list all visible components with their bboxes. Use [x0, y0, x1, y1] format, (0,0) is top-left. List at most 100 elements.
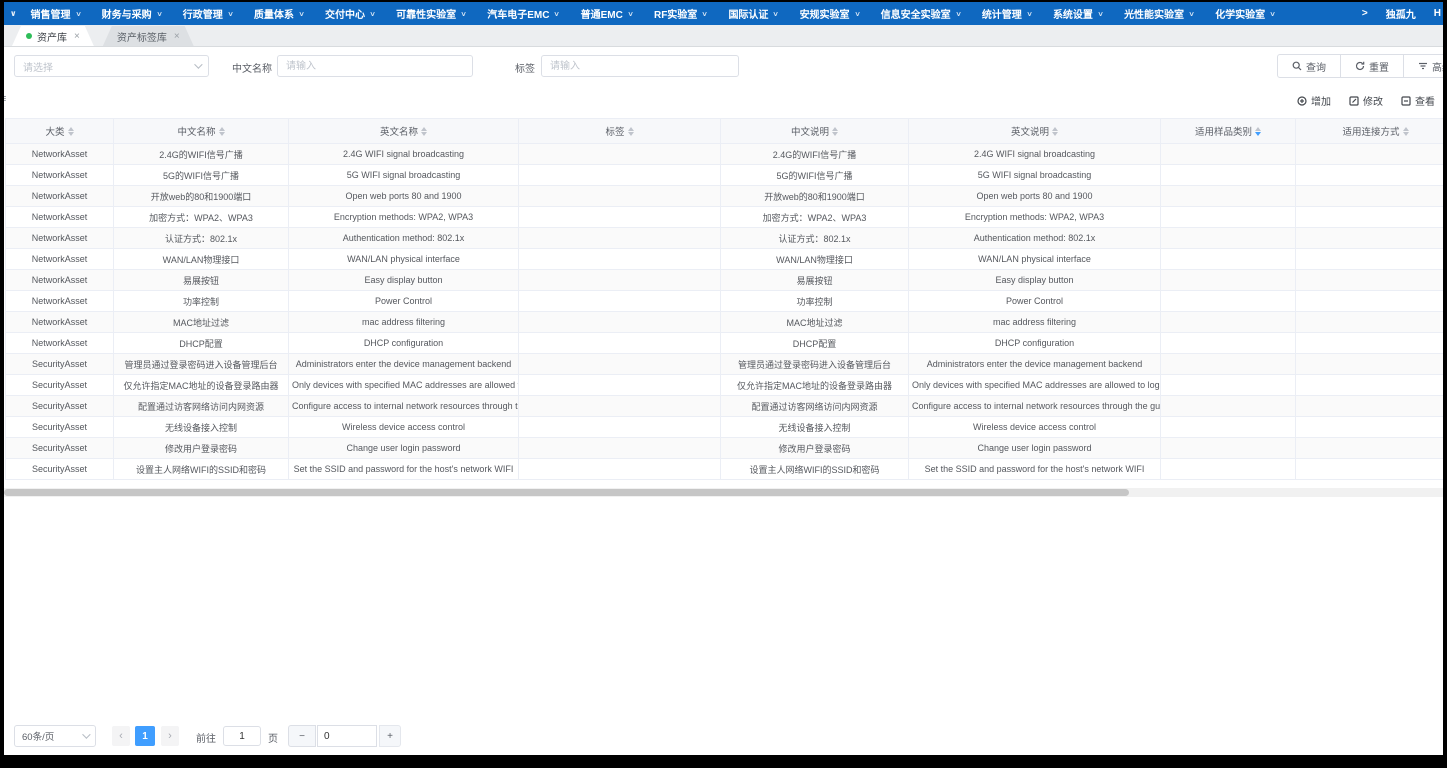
table-cell	[1161, 333, 1296, 353]
table-cell	[1296, 312, 1443, 332]
close-icon[interactable]: ×	[174, 31, 180, 42]
stepper-plus-button[interactable]: +	[379, 725, 401, 747]
nav-menu-item[interactable]: 交付中心 ∨	[325, 6, 375, 21]
table-cell	[1296, 417, 1443, 437]
table-row[interactable]: NetworkAsset2.4G的WIFI信号广播2.4G WIFI signa…	[6, 143, 1443, 164]
nav-menu-item[interactable]: 可靠性实验室 ∨	[396, 6, 466, 21]
nav-menu-item[interactable]: 化学实验室 ∨	[1215, 6, 1275, 21]
column-header[interactable]: 中文名称	[114, 119, 289, 143]
goto-label: 前往	[196, 730, 216, 745]
nav-menu-item[interactable]: RF实验室 ∨	[654, 6, 707, 21]
edit-button[interactable]: 修改	[1349, 93, 1383, 108]
advanced-button[interactable]: 高级	[1403, 54, 1443, 78]
tag-input[interactable]	[541, 55, 739, 77]
table-row[interactable]: SecurityAsset配置通过访客网络访问内网资源Configure acc…	[6, 395, 1443, 416]
nav-menu-item[interactable]: 质量体系 ∨	[254, 6, 304, 21]
table-cell: 设置主人网络WIFI的SSID和密码	[721, 459, 909, 479]
table-cell: Open web ports 80 and 1900	[289, 186, 519, 206]
next-page-button[interactable]: ›	[161, 726, 179, 746]
tab[interactable]: 资产库 ×	[12, 26, 94, 46]
chevron-down-icon: ∨	[369, 10, 376, 18]
tab[interactable]: 资产标签库 ×	[103, 26, 194, 46]
view-button[interactable]: 查看	[1401, 93, 1435, 108]
nav-menu-item[interactable]: 普通EMC ∨	[581, 6, 633, 21]
table-cell: Administrators enter the device manageme…	[909, 354, 1161, 374]
edit-pencil-icon	[1349, 96, 1359, 106]
goto-page-input[interactable]	[223, 726, 261, 746]
category-select[interactable]: 请选择	[14, 55, 209, 77]
nav-menu-item[interactable]: 财务与采购 ∨	[102, 6, 162, 21]
table-cell: 2.4G WIFI signal broadcasting	[289, 144, 519, 164]
collapsed-panel-icon[interactable]: ≡	[4, 93, 6, 105]
username[interactable]: 独孤九	[1386, 6, 1416, 21]
table-row[interactable]: NetworkAssetMAC地址过滤mac address filtering…	[6, 311, 1443, 332]
current-page-button[interactable]: 1	[135, 726, 155, 746]
reset-button[interactable]: 重置	[1340, 54, 1404, 78]
table-row[interactable]: NetworkAsset易展按钮Easy display button易展按钮E…	[6, 269, 1443, 290]
table-row[interactable]: SecurityAsset仅允许指定MAC地址的设备登录路由器Only devi…	[6, 374, 1443, 395]
table-row[interactable]: NetworkAsset认证方式：802.1xAuthentication me…	[6, 227, 1443, 248]
nav-menu-item[interactable]: 统计管理 ∨	[982, 6, 1032, 21]
nav-menu-item[interactable]: 光性能实验室 ∨	[1124, 6, 1194, 21]
scrollbar-thumb[interactable]	[4, 489, 1129, 496]
close-icon[interactable]: ×	[74, 31, 80, 42]
table-row[interactable]: SecurityAsset修改用户登录密码Change user login p…	[6, 437, 1443, 458]
table-cell: 加密方式：WPA2、WPA3	[721, 207, 909, 227]
table-cell: DHCP配置	[114, 333, 289, 353]
column-header[interactable]: 大类	[6, 119, 114, 143]
top-nav: ∨ 销售管理 ∨ 财务与采购 ∨ 行政管理 ∨ 质量体系 ∨ 交付中心 ∨ 可靠…	[4, 2, 1443, 25]
table-row[interactable]: SecurityAsset管理员通过登录密码进入设备管理后台Administra…	[6, 353, 1443, 374]
table-row[interactable]: NetworkAssetDHCP配置DHCP configurationDHCP…	[6, 332, 1443, 353]
prev-page-button[interactable]: ‹	[112, 726, 130, 746]
table-row[interactable]: SecurityAsset设置主人网络WIFI的SSID和密码Set the S…	[6, 458, 1443, 479]
column-header[interactable]: 标签	[519, 119, 721, 143]
column-header[interactable]: 英文名称	[289, 119, 519, 143]
table-row[interactable]: SecurityAsset无线设备接入控制Wireless device acc…	[6, 416, 1443, 437]
column-header[interactable]: 中文说明	[721, 119, 909, 143]
table-cell: Encryption methods: WPA2, WPA3	[289, 207, 519, 227]
page-unit-label: 页	[268, 730, 278, 745]
column-header[interactable]: 适用连接方式	[1296, 119, 1443, 143]
chevron-down-icon: ∨	[75, 10, 82, 18]
table-cell	[519, 333, 721, 353]
table-cell: Wireless device access control	[909, 417, 1161, 437]
table-cell	[519, 396, 721, 416]
filter-button-group: 查询 重置 高级	[1277, 54, 1443, 78]
table-cell: Easy display button	[909, 270, 1161, 290]
table-cell: 无线设备接入控制	[721, 417, 909, 437]
page-size-select[interactable]: 60条/页	[14, 725, 96, 747]
chevron-down-icon: ∨	[955, 10, 962, 18]
table-row[interactable]: NetworkAssetWAN/LAN物理接口WAN/LAN physical …	[6, 248, 1443, 269]
nav-menu-item[interactable]: 安规实验室 ∨	[800, 6, 860, 21]
top-nav-right: > 独孤九 H	[1362, 2, 1441, 25]
sort-caret-icon	[1255, 127, 1261, 136]
search-button[interactable]: 查询	[1277, 54, 1341, 78]
nav-menu-item[interactable]: 信息安全实验室 ∨	[881, 6, 961, 21]
action-toolbar: ≡ 增加 修改 查看	[4, 85, 1443, 118]
horizontal-scrollbar[interactable]	[4, 488, 1443, 497]
table-header-row: 大类中文名称英文名称标签中文说明英文说明适用样品类别适用连接方式	[6, 119, 1443, 143]
nav-menu-item[interactable]: 国际认证 ∨	[728, 6, 778, 21]
table-cell: NetworkAsset	[6, 207, 114, 227]
table-cell: mac address filtering	[289, 312, 519, 332]
column-header[interactable]: 英文说明	[909, 119, 1161, 143]
nav-overflow-chevron-icon[interactable]: >	[1362, 8, 1368, 19]
add-button[interactable]: 增加	[1297, 93, 1331, 108]
search-icon	[1292, 61, 1302, 71]
stepper-input[interactable]	[317, 725, 377, 747]
table-row[interactable]: NetworkAsset开放web的80和1900端口Open web port…	[6, 185, 1443, 206]
column-header[interactable]: 适用样品类别	[1161, 119, 1296, 143]
table-row[interactable]: NetworkAsset功率控制Power Control功率控制Power C…	[6, 290, 1443, 311]
table-row[interactable]: NetworkAsset 加密方式：WPA2、WPA3 Encryption met…	[6, 206, 1443, 227]
chevron-down-icon	[194, 60, 202, 68]
table-cell	[1296, 270, 1443, 290]
cn-name-input[interactable]	[277, 55, 473, 77]
nav-menu-item[interactable]: 汽车电子EMC ∨	[487, 6, 559, 21]
nav-menu-item[interactable]: 行政管理 ∨	[183, 6, 233, 21]
table-cell	[1161, 186, 1296, 206]
stepper-minus-button[interactable]: −	[288, 725, 316, 747]
chevron-down-icon[interactable]: ∨	[10, 9, 17, 18]
nav-menu-item[interactable]: 销售管理 ∨	[31, 6, 81, 21]
nav-menu-item[interactable]: 系统设置 ∨	[1053, 6, 1103, 21]
table-row[interactable]: NetworkAsset5G的WIFI信号广播5G WIFI signal br…	[6, 164, 1443, 185]
